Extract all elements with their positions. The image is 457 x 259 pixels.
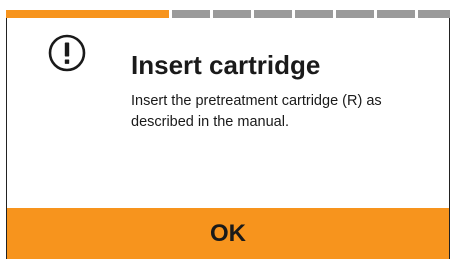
progress-segment-5 (295, 10, 333, 18)
alert-icon (48, 34, 86, 72)
dialog-title: Insert cartridge (131, 50, 321, 80)
progress-segment-3 (213, 10, 251, 18)
progress-segment-1 (6, 10, 169, 18)
progress-segment-6 (336, 10, 374, 18)
progress-segment-8 (418, 10, 450, 18)
progress-segment-7 (377, 10, 415, 18)
progress-segment-4 (254, 10, 292, 18)
dialog-message: Insert the pretreatment cartridge (R) as… (131, 93, 382, 130)
insert-cartridge-screen: Insert cartridge Insert the pretreatment… (0, 0, 457, 259)
frame-border-right (449, 18, 450, 259)
ok-button[interactable]: OK (7, 208, 449, 259)
step-progress-bar (6, 10, 450, 18)
progress-segment-2 (172, 10, 210, 18)
